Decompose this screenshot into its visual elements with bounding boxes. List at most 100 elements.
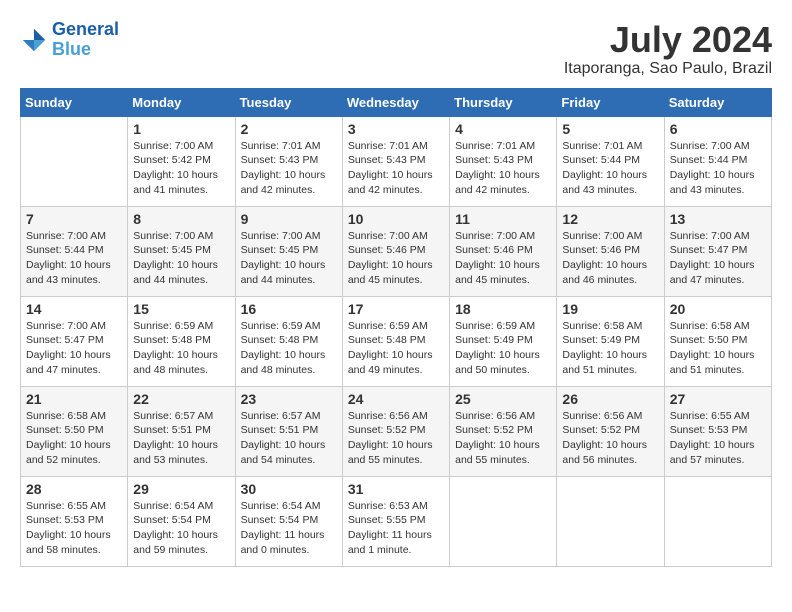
day-info: Sunrise: 6:59 AM Sunset: 5:48 PM Dayligh… (133, 319, 229, 378)
weekday-header: Sunday (21, 88, 128, 116)
day-info: Sunrise: 7:00 AM Sunset: 5:45 PM Dayligh… (241, 229, 337, 288)
day-info: Sunrise: 7:01 AM Sunset: 5:43 PM Dayligh… (455, 139, 551, 198)
day-info: Sunrise: 6:57 AM Sunset: 5:51 PM Dayligh… (133, 409, 229, 468)
calendar-week-row: 7 Sunrise: 7:00 AM Sunset: 5:44 PM Dayli… (21, 206, 772, 296)
day-info: Sunrise: 6:53 AM Sunset: 5:55 PM Dayligh… (348, 499, 444, 558)
day-info: Sunrise: 7:01 AM Sunset: 5:43 PM Dayligh… (348, 139, 444, 198)
day-number: 28 (26, 481, 122, 497)
day-number: 25 (455, 391, 551, 407)
day-info: Sunrise: 7:00 AM Sunset: 5:44 PM Dayligh… (670, 139, 766, 198)
day-number: 11 (455, 211, 551, 227)
calendar-day-cell (21, 116, 128, 206)
calendar-day-cell: 21 Sunrise: 6:58 AM Sunset: 5:50 PM Dayl… (21, 386, 128, 476)
day-number: 13 (670, 211, 766, 227)
day-info: Sunrise: 6:58 AM Sunset: 5:50 PM Dayligh… (670, 319, 766, 378)
location-title: Itaporanga, Sao Paulo, Brazil (564, 60, 772, 78)
day-info: Sunrise: 6:54 AM Sunset: 5:54 PM Dayligh… (133, 499, 229, 558)
day-info: Sunrise: 7:00 AM Sunset: 5:46 PM Dayligh… (348, 229, 444, 288)
weekday-header: Saturday (664, 88, 771, 116)
day-number: 17 (348, 301, 444, 317)
day-number: 29 (133, 481, 229, 497)
day-number: 4 (455, 121, 551, 137)
calendar-day-cell: 24 Sunrise: 6:56 AM Sunset: 5:52 PM Dayl… (342, 386, 449, 476)
day-info: Sunrise: 6:59 AM Sunset: 5:48 PM Dayligh… (348, 319, 444, 378)
day-number: 6 (670, 121, 766, 137)
calendar-week-row: 21 Sunrise: 6:58 AM Sunset: 5:50 PM Dayl… (21, 386, 772, 476)
day-info: Sunrise: 6:56 AM Sunset: 5:52 PM Dayligh… (455, 409, 551, 468)
day-number: 12 (562, 211, 658, 227)
day-info: Sunrise: 6:59 AM Sunset: 5:48 PM Dayligh… (241, 319, 337, 378)
weekday-header: Thursday (450, 88, 557, 116)
day-number: 27 (670, 391, 766, 407)
day-number: 16 (241, 301, 337, 317)
day-info: Sunrise: 6:58 AM Sunset: 5:50 PM Dayligh… (26, 409, 122, 468)
calendar-day-cell: 13 Sunrise: 7:00 AM Sunset: 5:47 PM Dayl… (664, 206, 771, 296)
calendar-day-cell (450, 476, 557, 566)
calendar-day-cell: 7 Sunrise: 7:00 AM Sunset: 5:44 PM Dayli… (21, 206, 128, 296)
weekday-header: Friday (557, 88, 664, 116)
calendar-day-cell: 2 Sunrise: 7:01 AM Sunset: 5:43 PM Dayli… (235, 116, 342, 206)
calendar-day-cell: 8 Sunrise: 7:00 AM Sunset: 5:45 PM Dayli… (128, 206, 235, 296)
calendar-day-cell: 26 Sunrise: 6:56 AM Sunset: 5:52 PM Dayl… (557, 386, 664, 476)
day-info: Sunrise: 6:55 AM Sunset: 5:53 PM Dayligh… (26, 499, 122, 558)
weekday-header: Monday (128, 88, 235, 116)
day-number: 20 (670, 301, 766, 317)
calendar-day-cell: 20 Sunrise: 6:58 AM Sunset: 5:50 PM Dayl… (664, 296, 771, 386)
calendar-day-cell: 4 Sunrise: 7:01 AM Sunset: 5:43 PM Dayli… (450, 116, 557, 206)
calendar-day-cell: 6 Sunrise: 7:00 AM Sunset: 5:44 PM Dayli… (664, 116, 771, 206)
calendar-day-cell: 10 Sunrise: 7:00 AM Sunset: 5:46 PM Dayl… (342, 206, 449, 296)
calendar-week-row: 14 Sunrise: 7:00 AM Sunset: 5:47 PM Dayl… (21, 296, 772, 386)
weekday-header-row: SundayMondayTuesdayWednesdayThursdayFrid… (21, 88, 772, 116)
calendar-week-row: 28 Sunrise: 6:55 AM Sunset: 5:53 PM Dayl… (21, 476, 772, 566)
day-info: Sunrise: 7:00 AM Sunset: 5:46 PM Dayligh… (455, 229, 551, 288)
day-number: 5 (562, 121, 658, 137)
day-number: 30 (241, 481, 337, 497)
calendar-day-cell: 31 Sunrise: 6:53 AM Sunset: 5:55 PM Dayl… (342, 476, 449, 566)
calendar-day-cell: 27 Sunrise: 6:55 AM Sunset: 5:53 PM Dayl… (664, 386, 771, 476)
logo-text: General Blue (52, 20, 119, 60)
day-number: 3 (348, 121, 444, 137)
calendar-week-row: 1 Sunrise: 7:00 AM Sunset: 5:42 PM Dayli… (21, 116, 772, 206)
day-info: Sunrise: 7:00 AM Sunset: 5:44 PM Dayligh… (26, 229, 122, 288)
day-number: 7 (26, 211, 122, 227)
day-number: 31 (348, 481, 444, 497)
day-number: 8 (133, 211, 229, 227)
calendar-day-cell: 23 Sunrise: 6:57 AM Sunset: 5:51 PM Dayl… (235, 386, 342, 476)
calendar-day-cell: 9 Sunrise: 7:00 AM Sunset: 5:45 PM Dayli… (235, 206, 342, 296)
calendar-day-cell: 14 Sunrise: 7:00 AM Sunset: 5:47 PM Dayl… (21, 296, 128, 386)
day-info: Sunrise: 7:01 AM Sunset: 5:43 PM Dayligh… (241, 139, 337, 198)
day-info: Sunrise: 6:55 AM Sunset: 5:53 PM Dayligh… (670, 409, 766, 468)
calendar-table: SundayMondayTuesdayWednesdayThursdayFrid… (20, 88, 772, 567)
day-info: Sunrise: 6:54 AM Sunset: 5:54 PM Dayligh… (241, 499, 337, 558)
calendar-day-cell: 18 Sunrise: 6:59 AM Sunset: 5:49 PM Dayl… (450, 296, 557, 386)
calendar-day-cell: 29 Sunrise: 6:54 AM Sunset: 5:54 PM Dayl… (128, 476, 235, 566)
day-info: Sunrise: 6:59 AM Sunset: 5:49 PM Dayligh… (455, 319, 551, 378)
calendar-day-cell: 22 Sunrise: 6:57 AM Sunset: 5:51 PM Dayl… (128, 386, 235, 476)
day-number: 26 (562, 391, 658, 407)
day-info: Sunrise: 6:56 AM Sunset: 5:52 PM Dayligh… (562, 409, 658, 468)
page-header: General Blue July 2024 Itaporanga, Sao P… (20, 20, 772, 78)
calendar-day-cell: 17 Sunrise: 6:59 AM Sunset: 5:48 PM Dayl… (342, 296, 449, 386)
calendar-day-cell: 15 Sunrise: 6:59 AM Sunset: 5:48 PM Dayl… (128, 296, 235, 386)
title-block: July 2024 Itaporanga, Sao Paulo, Brazil (564, 20, 772, 78)
day-info: Sunrise: 6:57 AM Sunset: 5:51 PM Dayligh… (241, 409, 337, 468)
calendar-day-cell: 19 Sunrise: 6:58 AM Sunset: 5:49 PM Dayl… (557, 296, 664, 386)
calendar-day-cell: 5 Sunrise: 7:01 AM Sunset: 5:44 PM Dayli… (557, 116, 664, 206)
day-number: 15 (133, 301, 229, 317)
day-info: Sunrise: 7:01 AM Sunset: 5:44 PM Dayligh… (562, 139, 658, 198)
day-number: 18 (455, 301, 551, 317)
logo: General Blue (20, 20, 119, 60)
calendar-day-cell (664, 476, 771, 566)
calendar-day-cell: 25 Sunrise: 6:56 AM Sunset: 5:52 PM Dayl… (450, 386, 557, 476)
day-info: Sunrise: 7:00 AM Sunset: 5:45 PM Dayligh… (133, 229, 229, 288)
logo-icon (20, 26, 48, 54)
weekday-header: Tuesday (235, 88, 342, 116)
calendar-day-cell: 11 Sunrise: 7:00 AM Sunset: 5:46 PM Dayl… (450, 206, 557, 296)
calendar-day-cell: 3 Sunrise: 7:01 AM Sunset: 5:43 PM Dayli… (342, 116, 449, 206)
day-number: 24 (348, 391, 444, 407)
day-number: 14 (26, 301, 122, 317)
day-number: 9 (241, 211, 337, 227)
day-info: Sunrise: 7:00 AM Sunset: 5:47 PM Dayligh… (26, 319, 122, 378)
day-info: Sunrise: 7:00 AM Sunset: 5:46 PM Dayligh… (562, 229, 658, 288)
day-number: 2 (241, 121, 337, 137)
